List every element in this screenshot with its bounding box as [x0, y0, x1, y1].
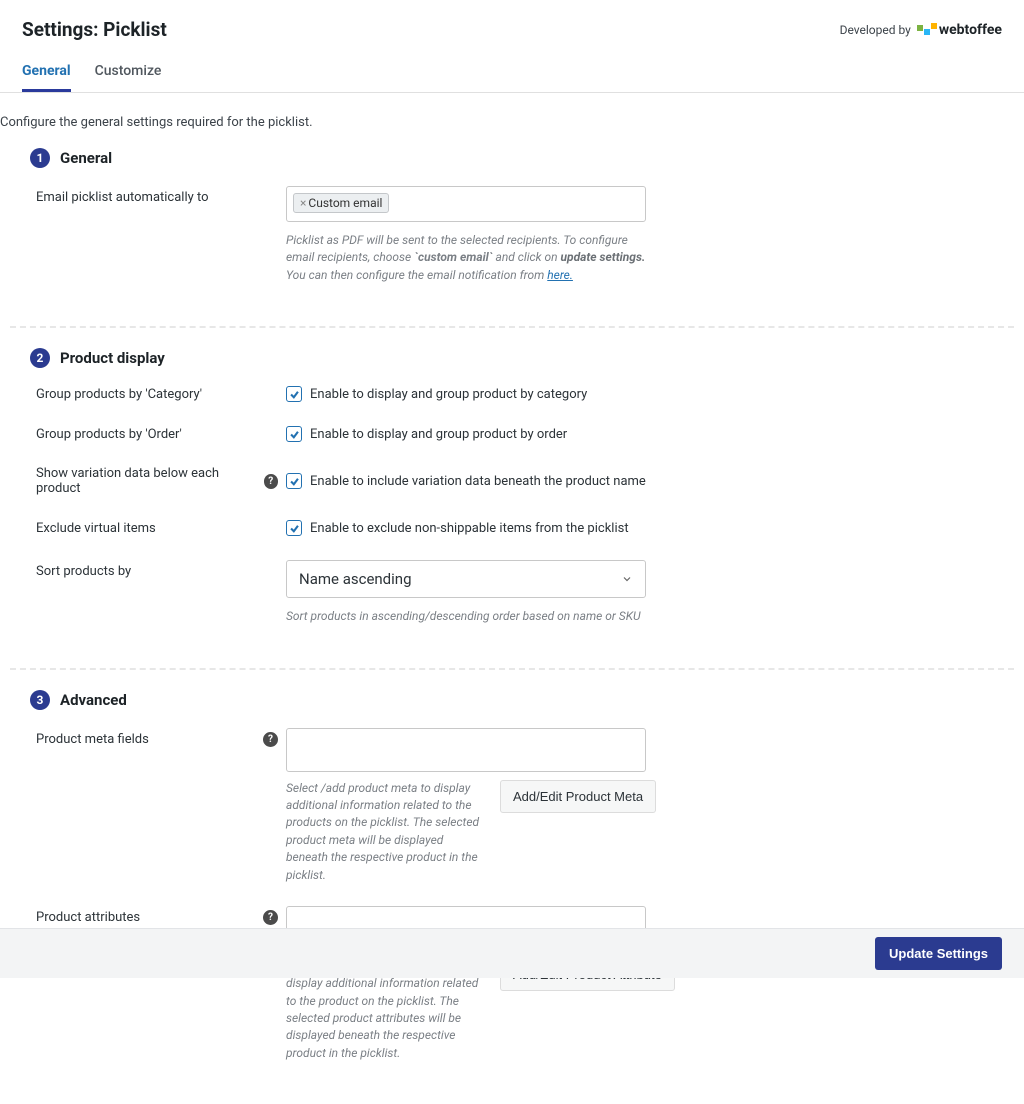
checkbox-variation-data-label: Enable to include variation data beneath…	[310, 474, 646, 489]
page-title: Settings: Picklist	[22, 18, 167, 41]
section-general: 1 General Email picklist automatically t…	[10, 148, 1014, 326]
sort-help-text: Sort products in ascending/descending or…	[286, 608, 646, 625]
label-product-attributes: Product attributes ?	[30, 906, 286, 925]
chip-custom-email[interactable]: × Custom email	[293, 193, 389, 213]
checkbox-group-order-label: Enable to display and group product by o…	[310, 427, 567, 442]
checkbox-variation-data[interactable]	[286, 473, 302, 489]
section-title-general: General	[60, 149, 112, 167]
section-title-advanced: Advanced	[60, 691, 127, 709]
help-icon[interactable]: ?	[263, 732, 278, 747]
label-email-picklist: Email picklist automatically to	[30, 186, 286, 205]
brand-name: webtoffee	[939, 22, 1002, 38]
label-group-order: Group products by 'Order'	[30, 427, 286, 442]
brand-logo: webtoffee	[917, 22, 1002, 38]
checkbox-group-category[interactable]	[286, 386, 302, 402]
checkbox-exclude-virtual[interactable]	[286, 520, 302, 536]
label-exclude-virtual: Exclude virtual items	[30, 521, 286, 536]
footer-bar: Update Settings	[0, 928, 1024, 978]
add-edit-product-meta-button[interactable]: Add/Edit Product Meta	[500, 780, 656, 813]
section-advanced: 3 Advanced Product meta fields ? Select …	[10, 668, 1014, 1104]
brand-logo-dots	[917, 25, 937, 35]
select-sort-products[interactable]: Name ascending	[286, 560, 646, 598]
tabs: General Customize	[0, 55, 1024, 93]
section-badge-3: 3	[30, 690, 50, 710]
chip-label: Custom email	[308, 196, 382, 210]
label-product-meta: Product meta fields ?	[30, 728, 286, 747]
tab-general[interactable]: General	[22, 55, 71, 92]
email-help-text: Picklist as PDF will be sent to the sele…	[286, 232, 646, 284]
chevron-down-icon	[621, 573, 633, 585]
input-product-meta[interactable]	[286, 728, 646, 772]
label-sort-products: Sort products by	[30, 560, 286, 579]
section-badge-1: 1	[30, 148, 50, 168]
tab-customize[interactable]: Customize	[95, 55, 162, 92]
select-sort-value: Name ascending	[299, 570, 412, 588]
label-group-category: Group products by 'Category'	[30, 387, 286, 402]
email-help-link[interactable]: here.	[547, 268, 573, 282]
checkbox-group-order[interactable]	[286, 426, 302, 442]
developed-by-label: Developed by	[840, 23, 911, 37]
section-title-product-display: Product display	[60, 349, 165, 367]
section-product-display: 2 Product display Group products by 'Cat…	[10, 326, 1014, 667]
update-settings-button[interactable]: Update Settings	[875, 937, 1002, 970]
intro-text: Configure the general settings required …	[0, 115, 1014, 130]
checkbox-group-category-label: Enable to display and group product by c…	[310, 387, 587, 402]
help-icon[interactable]: ?	[264, 474, 278, 489]
chip-remove-icon[interactable]: ×	[300, 196, 306, 210]
product-meta-help: Select /add product meta to display addi…	[286, 780, 486, 884]
label-variation-data: Show variation data below each product ?	[30, 466, 286, 496]
help-icon[interactable]: ?	[263, 910, 278, 925]
section-badge-2: 2	[30, 348, 50, 368]
developed-by: Developed by webtoffee	[840, 22, 1002, 38]
checkbox-exclude-virtual-label: Enable to exclude non-shippable items fr…	[310, 521, 629, 536]
email-recipients-input[interactable]: × Custom email	[286, 186, 646, 222]
